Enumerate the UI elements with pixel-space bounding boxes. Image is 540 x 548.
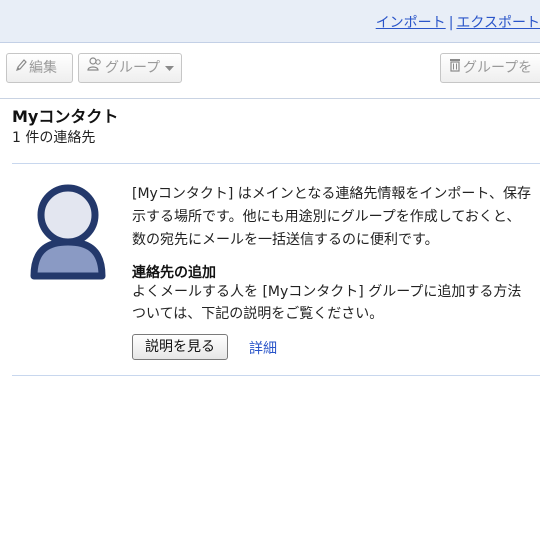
show-instructions-button[interactable]: 説明を見る <box>132 334 228 360</box>
edit-button[interactable]: 編集 <box>6 53 73 83</box>
trash-icon <box>449 54 461 82</box>
intro-text: [Myコンタクト] はメインとなる連絡先情報をインポート、保存 示する場所です。… <box>132 183 540 252</box>
people-icon <box>87 54 103 82</box>
import-link[interactable]: インポート <box>376 15 446 31</box>
add-contacts-text: よくメールする人を [Myコンタクト] グループに追加する方法 ついては、下記の… <box>132 281 540 325</box>
contact-count: 1 件の連絡先 <box>12 130 96 146</box>
intro-line: 示する場所です。他にも用途別にグループを作成しておくと、 <box>132 209 521 225</box>
avatar <box>28 184 108 280</box>
contacts-header: Myコンタクト 1 件の連絡先 <box>12 106 118 148</box>
edit-label: 編集 <box>29 60 57 76</box>
delete-group-label: グループを <box>463 60 533 76</box>
add-contacts-line: ついては、下記の説明をご覧ください。 <box>132 306 384 322</box>
group-button[interactable]: グループ <box>78 53 182 83</box>
top-bar: インポート | エクスポート <box>0 0 540 43</box>
top-links: インポート | エクスポート <box>376 12 540 32</box>
toolbar: 編集 グループ グループを <box>0 43 540 99</box>
pencil-icon <box>15 54 27 82</box>
details-link[interactable]: 詳細 <box>249 338 277 358</box>
delete-group-button[interactable]: グループを <box>440 53 540 83</box>
intro-line: 数の宛先にメールを一括送信するのに便利です。 <box>132 232 439 248</box>
add-contacts-heading: 連絡先の追加 <box>132 265 216 281</box>
page-title: Myコンタクト <box>12 107 119 126</box>
link-separator: | <box>448 15 454 31</box>
export-link[interactable]: エクスポート <box>456 15 540 31</box>
add-contacts-line: よくメールする人を [Myコンタクト] グループに追加する方法 <box>132 284 522 300</box>
divider-bottom <box>12 375 540 376</box>
chevron-down-icon <box>164 54 174 82</box>
divider-top <box>12 163 540 164</box>
group-label: グループ <box>105 60 161 76</box>
person-icon <box>30 184 106 280</box>
intro-line: [Myコンタクト] はメインとなる連絡先情報をインポート、保存 <box>132 186 532 202</box>
